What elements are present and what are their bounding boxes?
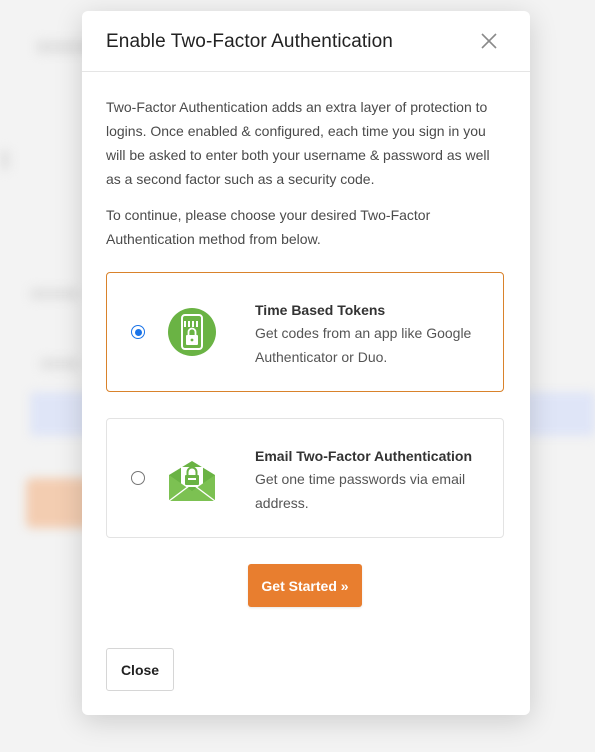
close-button[interactable]: Close — [106, 648, 174, 691]
radio-email-two-factor[interactable] — [131, 471, 145, 485]
option-email-two-factor[interactable]: Email Two-Factor Authentication Get one … — [106, 418, 504, 538]
option-title: Email Two-Factor Authentication — [255, 448, 473, 464]
option-text: Time Based Tokens Get codes from an app … — [255, 299, 485, 369]
modal-header: Enable Two-Factor Authentication — [82, 11, 530, 72]
option-text: Email Two-Factor Authentication Get one … — [255, 445, 485, 515]
email-lock-icon — [168, 461, 216, 502]
get-started-button[interactable]: Get Started » — [248, 564, 362, 607]
option-title: Time Based Tokens — [255, 302, 386, 318]
option-description: Get one time passwords via email address… — [255, 471, 466, 511]
instruction-text: To continue, please choose your desired … — [106, 207, 431, 247]
mobile-lock-icon — [168, 308, 216, 356]
modal-body: Two-Factor Authentication adds an extra … — [106, 95, 506, 251]
close-icon[interactable] — [478, 30, 500, 52]
intro-text: Two-Factor Authentication adds an extra … — [106, 99, 490, 187]
two-factor-modal: Enable Two-Factor Authentication Two-Fac… — [82, 11, 530, 715]
option-description: Get codes from an app like Google Authen… — [255, 325, 472, 365]
option-time-based-tokens[interactable]: Time Based Tokens Get codes from an app … — [106, 272, 504, 392]
radio-time-based-tokens[interactable] — [131, 325, 145, 339]
modal-title: Enable Two-Factor Authentication — [106, 31, 393, 52]
